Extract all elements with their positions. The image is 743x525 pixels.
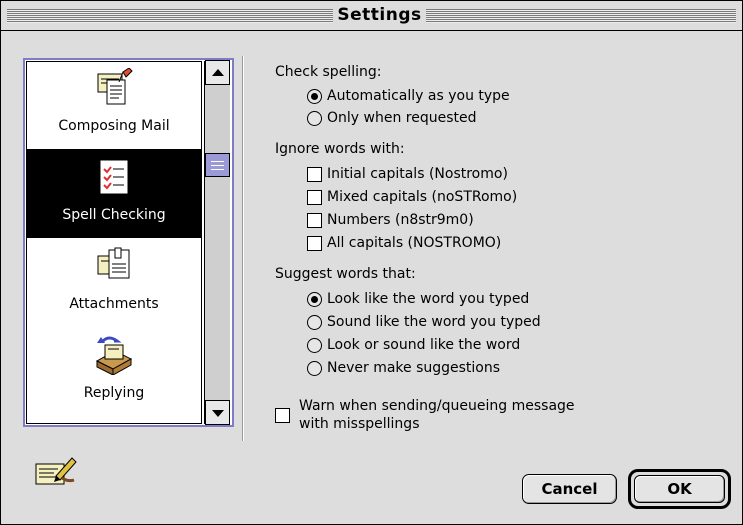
checkbox-label: Warn when sending/queueing message with …: [299, 397, 575, 433]
scroll-thumb[interactable]: [205, 153, 230, 177]
sidebar-item-label: Spell Checking: [62, 207, 166, 223]
scroll-up-button[interactable]: [205, 60, 230, 85]
checkbox-label: Mixed capitals (noSTRomo): [327, 189, 518, 205]
radio-label: Look or sound like the word: [327, 337, 521, 353]
radio-button[interactable]: [307, 111, 322, 126]
arrow-down-icon: [212, 410, 224, 417]
title-stripes-left: [7, 9, 333, 23]
checkbox[interactable]: [307, 213, 322, 228]
radio-label: Sound like the word you typed: [327, 314, 541, 330]
checkbox[interactable]: [275, 408, 290, 423]
cancel-button[interactable]: Cancel: [522, 474, 617, 504]
radio-label: Look like the word you typed: [327, 291, 530, 307]
sidebar-item-label: Replying: [83, 385, 145, 401]
sidebar-item-replying[interactable]: Replying: [27, 327, 201, 416]
settings-pencil-icon: [35, 457, 77, 485]
warn-line-1: Warn when sending/queueing message: [299, 398, 575, 414]
radio-label: Automatically as you type: [327, 88, 510, 104]
checkbox-label: All capitals (NOSTROMO): [327, 235, 502, 251]
settings-category-list: Composing Mail Spell Checking Attachment…: [23, 58, 234, 427]
sidebar-item-label: Composing Mail: [58, 118, 170, 134]
attachments-icon: [97, 247, 130, 279]
warn-line-2: with misspellings: [299, 416, 420, 432]
ok-button[interactable]: OK: [634, 475, 725, 503]
radio-button[interactable]: [307, 338, 322, 353]
radio-label: Never make suggestions: [327, 360, 501, 376]
checkbox[interactable]: [307, 236, 322, 251]
settings-window: Settings Composing Mail Spell Checking A…: [0, 0, 743, 525]
thumb-grip-line: [211, 165, 224, 166]
compose-mail-icon: [97, 68, 133, 105]
checkbox-label: Numbers (n8str9m0): [327, 212, 474, 228]
scroll-down-button[interactable]: [205, 400, 230, 425]
sidebar-item-attachments[interactable]: Attachments: [27, 238, 201, 327]
radio-button[interactable]: [307, 89, 322, 104]
list-scrollbar[interactable]: [204, 60, 230, 425]
thumb-grip-line: [211, 161, 224, 162]
window-title: Settings: [337, 5, 422, 25]
default-button-ring: OK: [628, 469, 731, 509]
radio-button[interactable]: [307, 361, 322, 376]
checkbox[interactable]: [307, 190, 322, 205]
radio-button[interactable]: [307, 292, 322, 307]
checkbox-label: Initial capitals (Nostromo): [327, 166, 508, 182]
suggest-words-heading: Suggest words that:: [275, 266, 416, 282]
category-list-content: Composing Mail Spell Checking Attachment…: [26, 61, 202, 424]
title-stripes-right: [426, 9, 736, 23]
thumb-grip-line: [211, 169, 224, 170]
sidebar-item-spell-checking[interactable]: Spell Checking: [27, 149, 201, 238]
arrow-up-icon: [212, 69, 224, 76]
checkbox-warn-misspellings[interactable]: Warn when sending/queueing message with …: [275, 397, 635, 437]
check-spelling-heading: Check spelling:: [275, 64, 382, 80]
panel-divider: [242, 56, 244, 441]
sidebar-item-composing-mail[interactable]: Composing Mail: [27, 62, 201, 149]
title-bar[interactable]: Settings: [1, 1, 742, 31]
checkbox[interactable]: [307, 167, 322, 182]
radio-button[interactable]: [307, 315, 322, 330]
radio-label: Only when requested: [327, 110, 477, 126]
scroll-track[interactable]: [208, 87, 227, 398]
spell-check-icon: [100, 160, 128, 194]
replying-icon: [95, 336, 133, 375]
ignore-words-heading: Ignore words with:: [275, 141, 405, 157]
sidebar-item-label: Attachments: [69, 296, 159, 312]
